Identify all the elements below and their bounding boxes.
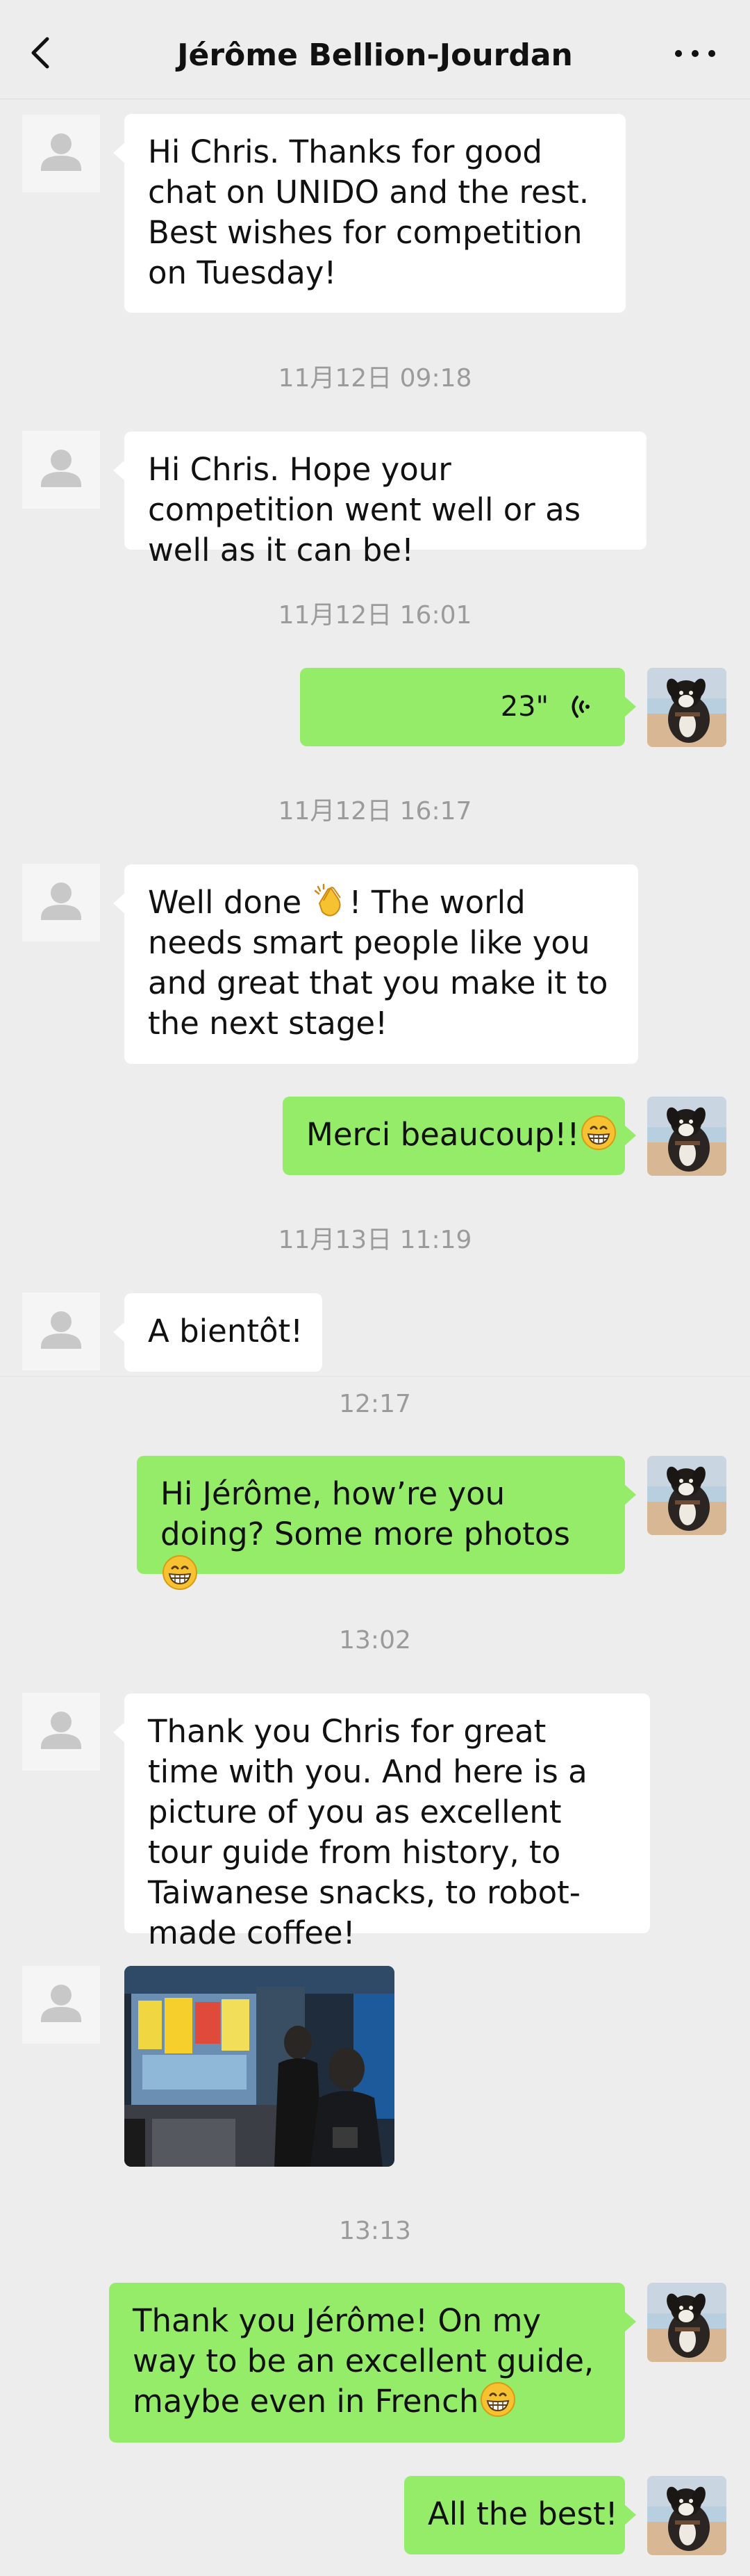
image-message[interactable] — [124, 1966, 394, 2167]
more-options-button[interactable] — [671, 43, 719, 64]
outgoing-message-bubble[interactable]: All the best! — [404, 2476, 636, 2554]
incoming-message-bubble[interactable]: Thank you Chris for great time with you.… — [113, 1693, 650, 1951]
contact-avatar[interactable] — [22, 115, 100, 192]
divider — [0, 1376, 750, 1377]
message-timestamp: 13:13 — [339, 2217, 411, 2245]
chevron-left-icon — [31, 37, 49, 69]
contact-avatar[interactable] — [22, 1693, 100, 1771]
dog-photo-avatar — [647, 1097, 726, 1176]
outgoing-message-bubble[interactable]: Hi Jérôme, how’re you doing? Some more p… — [137, 1456, 636, 1574]
message-text: Well done — [148, 884, 302, 921]
incoming-message-bubble[interactable]: A bientôt! — [113, 1293, 322, 1372]
my-avatar[interactable] — [647, 2476, 726, 2555]
incoming-message-bubble[interactable]: Well done ! The world needs smart people… — [113, 864, 638, 1064]
message-text: Thank you Jérôme! On my way to be an exc… — [133, 2302, 594, 2420]
default-avatar-icon — [22, 1293, 100, 1370]
dog-photo-avatar — [647, 2283, 726, 2362]
default-avatar-icon — [22, 1693, 100, 1771]
voice-wave-icon — [572, 696, 590, 718]
dog-photo-avatar — [647, 2476, 726, 2555]
outgoing-message-bubble[interactable]: Thank you Jérôme! On my way to be an exc… — [109, 2283, 636, 2443]
default-avatar-icon — [22, 115, 100, 192]
clapping-hands-emoji — [312, 883, 349, 919]
incoming-message-bubble[interactable]: Hi Chris. Hope your competition went wel… — [113, 432, 647, 568]
message-timestamp: 11月13日 11:19 — [278, 1226, 472, 1254]
contact-avatar[interactable] — [22, 1293, 100, 1370]
message-timestamp: 13:02 — [339, 1626, 411, 1655]
default-avatar-icon — [22, 864, 100, 942]
message-text: All the best! — [428, 2495, 618, 2532]
default-avatar-icon — [22, 1966, 100, 2044]
chat-header: Jérôme Bellion-Jourdan — [0, 0, 750, 99]
dog-photo-avatar — [647, 668, 726, 747]
chat-title: Jérôme Bellion-Jourdan — [177, 38, 573, 73]
my-avatar[interactable] — [647, 1456, 726, 1535]
more-horizontal-icon — [675, 50, 682, 57]
my-avatar[interactable] — [647, 668, 726, 747]
incoming-message-bubble[interactable]: Hi Chris. Thanks for good chat on UNIDO … — [113, 114, 626, 313]
message-text: Merci beaucoup!! — [306, 1116, 580, 1153]
message-text: A bientôt! — [148, 1313, 303, 1349]
back-button[interactable] — [21, 32, 62, 74]
message-text: Hi Chris. Hope your competition went wel… — [148, 451, 581, 568]
message-text: Hi Chris. Thanks for good chat on UNIDO … — [148, 133, 590, 291]
grinning-emoji — [581, 1115, 617, 1151]
message-text: Thank you Chris for great time with you.… — [148, 1713, 588, 1951]
my-avatar[interactable] — [647, 2283, 726, 2362]
photo-at-food-stall — [124, 1966, 394, 2167]
outgoing-voice-message[interactable]: 23" — [300, 668, 636, 746]
voice-duration: 23" — [500, 691, 549, 723]
dog-photo-avatar — [647, 1456, 726, 1535]
my-avatar[interactable] — [647, 1097, 726, 1176]
message-text: Hi Jérôme, how’re you doing? Some more p… — [160, 1475, 570, 1552]
message-timestamp: 11月12日 16:17 — [278, 797, 472, 826]
grinning-emoji — [480, 2381, 516, 2418]
grinning-emoji — [162, 1554, 198, 1591]
message-timestamp: 11月12日 09:18 — [278, 364, 472, 393]
default-avatar-icon — [22, 431, 100, 509]
message-timestamp: 12:17 — [339, 1390, 411, 1418]
outgoing-message-bubble[interactable]: Merci beaucoup!! — [283, 1097, 636, 1175]
message-timestamp: 11月12日 16:01 — [278, 601, 472, 630]
contact-avatar[interactable] — [22, 431, 100, 509]
contact-avatar[interactable] — [22, 1966, 100, 2044]
contact-avatar[interactable] — [22, 864, 100, 942]
